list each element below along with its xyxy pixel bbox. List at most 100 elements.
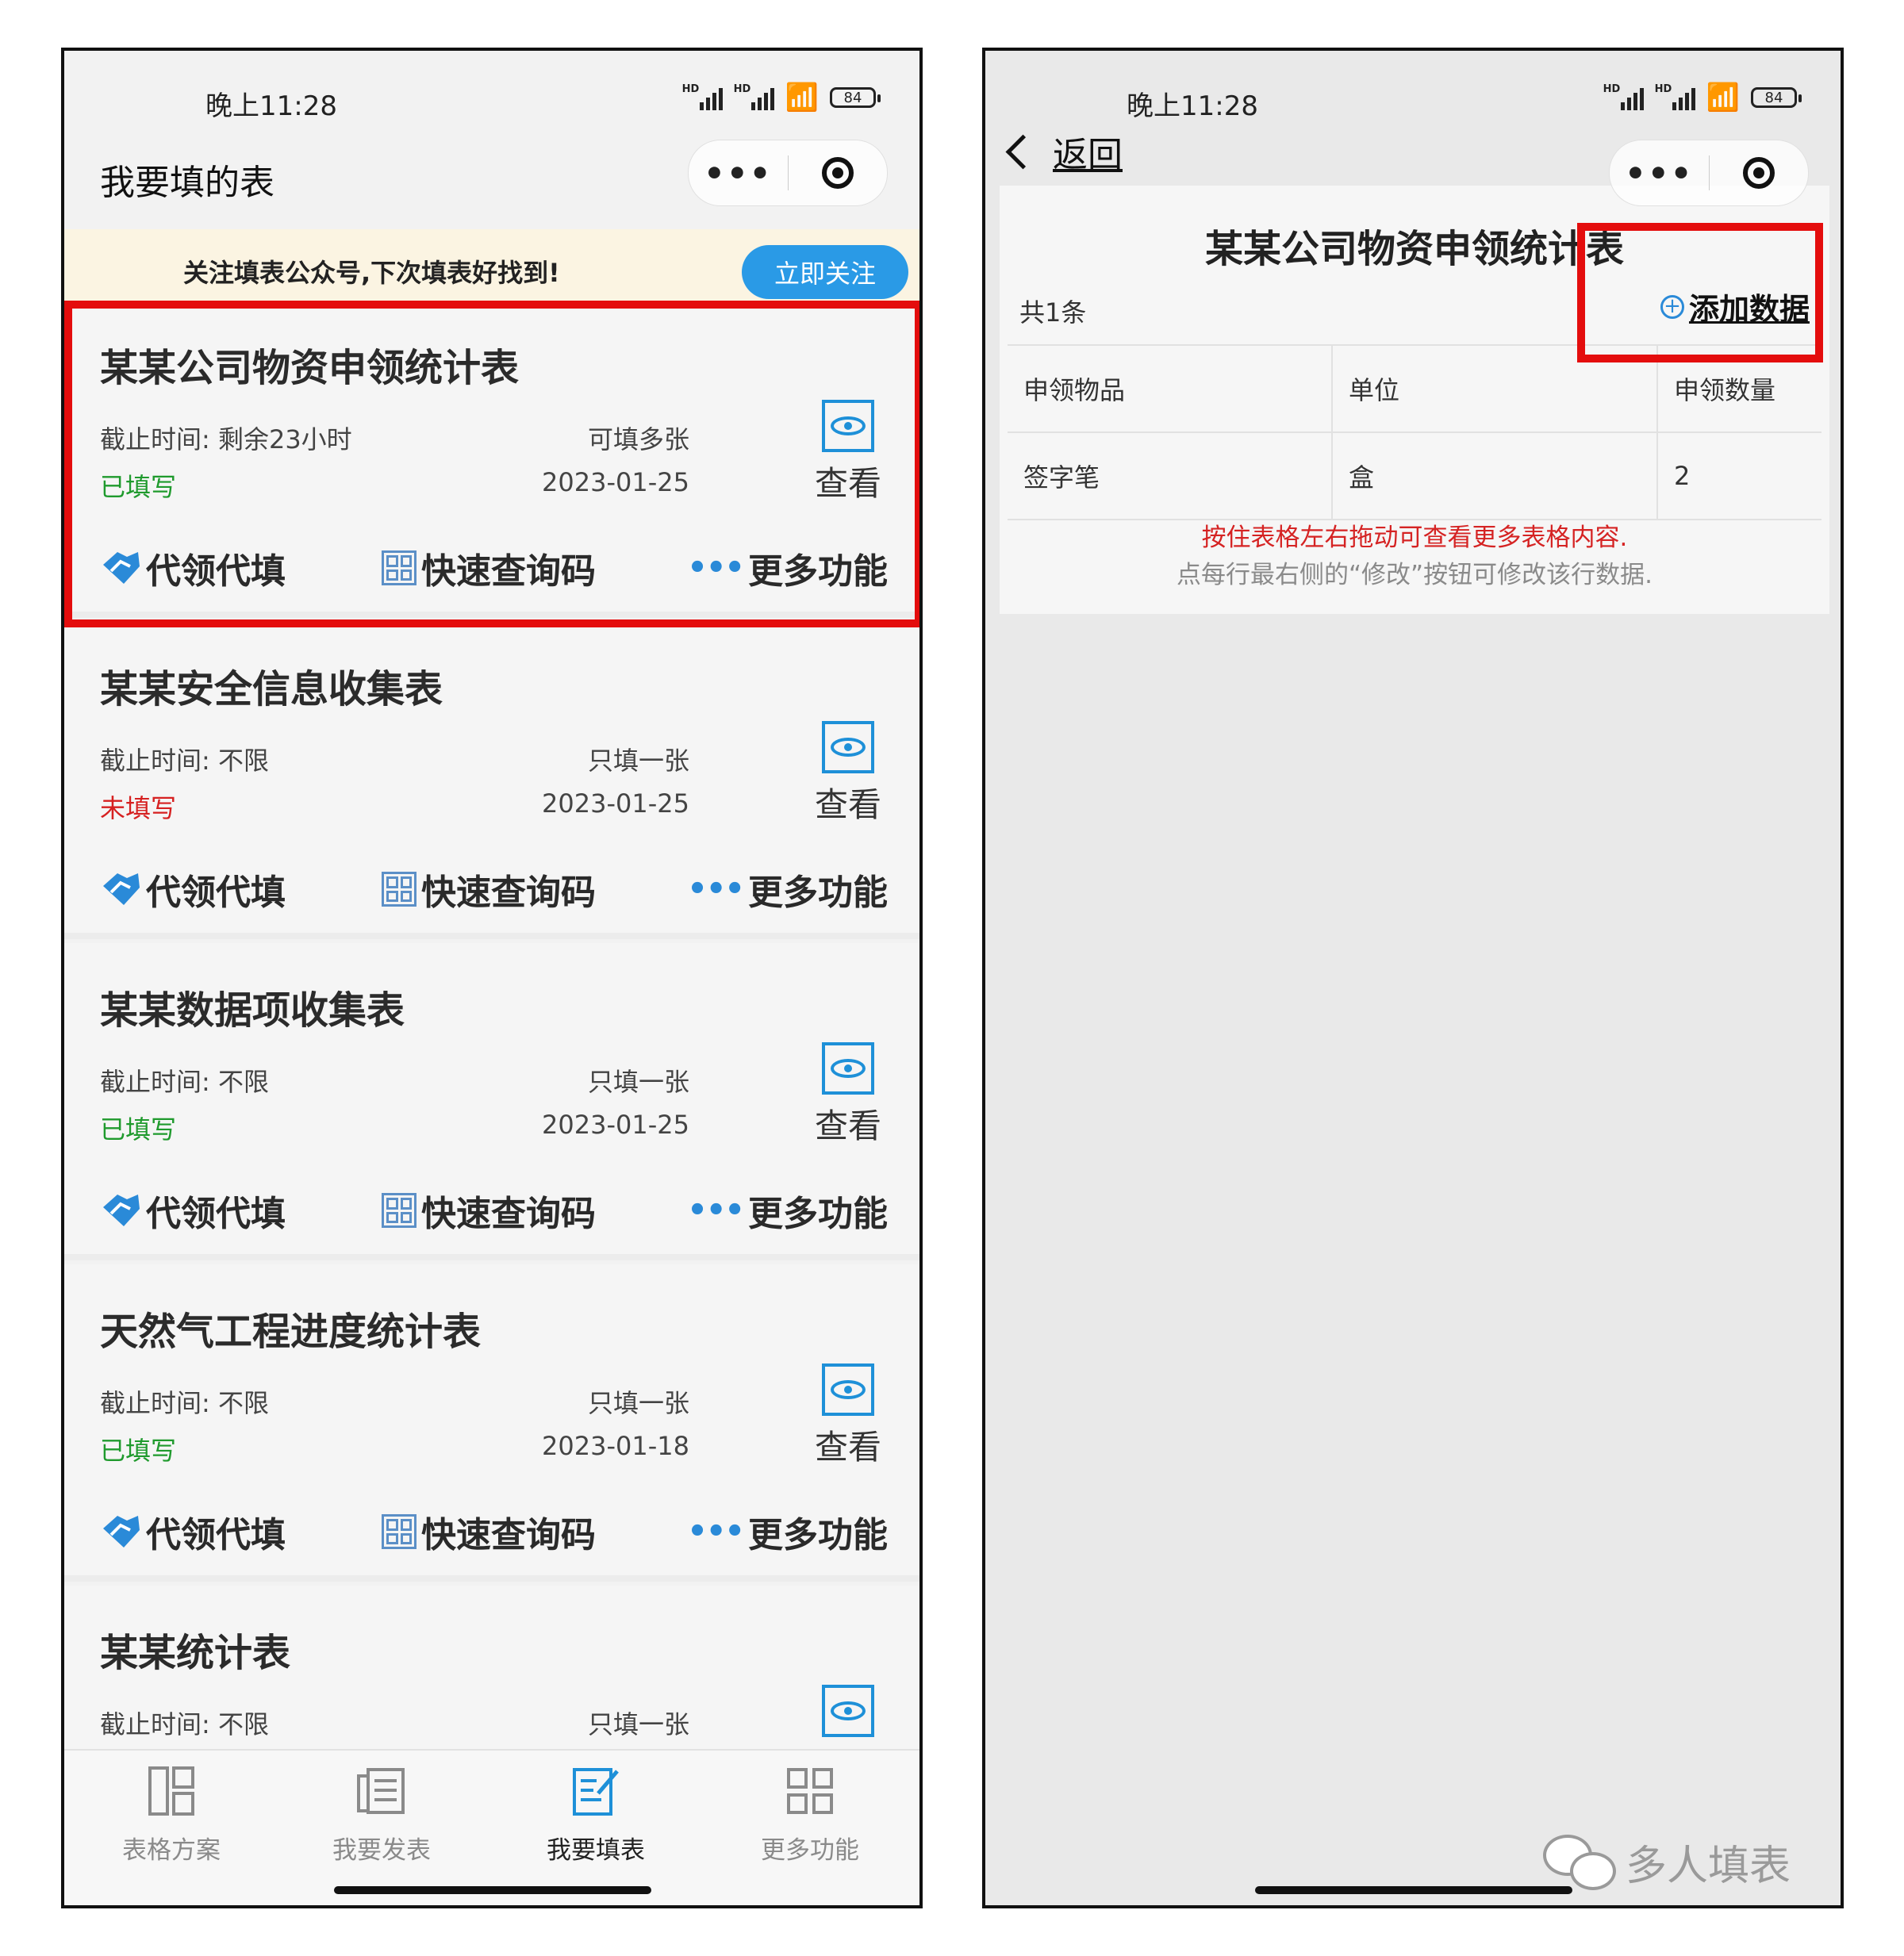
table-cell: 签字笔 bbox=[1008, 433, 1333, 519]
signal-icon: HD bbox=[682, 83, 723, 110]
fill-mode: 只填一张 bbox=[587, 1067, 689, 1097]
card-title: 某某安全信息收集表 bbox=[100, 667, 443, 711]
more-menu-icon[interactable]: ••• bbox=[689, 154, 788, 193]
card-title: 天然气工程进度统计表 bbox=[100, 1310, 482, 1354]
deadline-text: 截止时间: 剩余23小时 bbox=[100, 424, 352, 454]
tab-more[interactable]: 更多功能 bbox=[723, 1765, 897, 1866]
deadline-text: 截止时间: 不限 bbox=[100, 1067, 269, 1097]
card-actions: 代领代填 快速查询码 ••• 更多功能 bbox=[100, 864, 888, 913]
more-dots-icon: ••• bbox=[687, 1192, 745, 1229]
table-cell: 盒 bbox=[1333, 433, 1658, 519]
card-actions: 代领代填 快速查询码 ••• 更多功能 bbox=[100, 1185, 888, 1236]
signal-icon: HD bbox=[1603, 83, 1644, 110]
quick-query-code-button[interactable]: 快速查询码 bbox=[382, 864, 596, 915]
eye-icon bbox=[822, 1042, 874, 1095]
sheet-title: 某某公司物资申领统计表 bbox=[1204, 227, 1624, 271]
more-functions-button[interactable]: ••• 更多功能 bbox=[687, 1506, 888, 1557]
fill-mode: 只填一张 bbox=[587, 1709, 689, 1739]
fill-mode: 只填一张 bbox=[587, 1388, 689, 1418]
more-menu-icon[interactable]: ••• bbox=[1610, 154, 1709, 193]
mini-program-capsule: ••• bbox=[1609, 140, 1809, 206]
card-title: 某某数据项收集表 bbox=[100, 988, 405, 1033]
table-row[interactable]: 签字笔 盒 2 bbox=[1008, 433, 1821, 520]
card-actions: 代领代填 快速查询码 ••• 更多功能 bbox=[100, 543, 888, 593]
wifi-icon: 📶 bbox=[785, 82, 819, 113]
status-badge: 已填写 bbox=[100, 472, 177, 502]
home-indicator bbox=[334, 1886, 651, 1894]
view-button[interactable] bbox=[812, 1685, 884, 1737]
view-button[interactable]: 查看 bbox=[812, 721, 884, 827]
proxy-fill-button[interactable]: 代领代填 bbox=[100, 864, 286, 915]
proxy-fill-button[interactable]: 代领代填 bbox=[100, 1506, 286, 1557]
more-functions-button[interactable]: ••• 更多功能 bbox=[687, 543, 888, 593]
wifi-icon: 📶 bbox=[1706, 82, 1740, 113]
close-mini-program-button[interactable] bbox=[1710, 157, 1809, 189]
eye-icon bbox=[822, 1685, 874, 1737]
deadline-text: 截止时间: 不限 bbox=[100, 746, 269, 776]
tab-bar: 表格方案 我要发表 我要填表 更多功能 bbox=[64, 1749, 919, 1905]
card-date: 2023-01-25 bbox=[542, 1110, 689, 1140]
card-date: 2023-01-18 bbox=[542, 1431, 689, 1461]
eye-icon bbox=[822, 1363, 874, 1416]
form-card[interactable]: 天然气工程进度统计表截止时间: 不限 只填一张已填写 2023-01-18 查看代领代… bbox=[64, 1264, 919, 1582]
data-table[interactable]: 申领物品 单位 申领数量 签字笔 盒 2 bbox=[1008, 344, 1821, 520]
table-cell: 2 bbox=[1674, 461, 1691, 491]
quick-query-code-button[interactable]: 快速查询码 bbox=[382, 1506, 596, 1557]
add-data-button[interactable]: + 添加数据 bbox=[1660, 285, 1810, 328]
qr-code-icon bbox=[382, 1193, 416, 1228]
card-title: 某某统计表 bbox=[100, 1631, 291, 1675]
qr-code-icon bbox=[382, 550, 416, 585]
handshake-icon bbox=[103, 1195, 140, 1226]
tab-publish[interactable]: 我要发表 bbox=[294, 1765, 469, 1866]
card-date: 2023-01-25 bbox=[542, 467, 689, 497]
card-title: 某某公司物资申领统计表 bbox=[100, 346, 520, 390]
home-indicator bbox=[1255, 1886, 1572, 1894]
form-card[interactable]: 某某公司物资申领统计表截止时间: 剩余23小时 可填多张已填写 2023-01-25… bbox=[64, 301, 919, 618]
handshake-icon bbox=[103, 552, 140, 584]
edit-form-icon bbox=[573, 1768, 619, 1816]
qr-code-icon bbox=[382, 872, 416, 907]
battery-icon: 84 bbox=[830, 87, 881, 108]
table-header: 申领物品 单位 申领数量 bbox=[1008, 346, 1821, 433]
close-mini-program-button[interactable] bbox=[789, 157, 888, 189]
tab-fill[interactable]: 我要填表 bbox=[509, 1765, 683, 1866]
quick-query-code-button[interactable]: 快速查询码 bbox=[382, 543, 596, 593]
status-time: 晚上11:28 bbox=[1127, 90, 1258, 122]
status-time: 晚上11:28 bbox=[205, 90, 337, 122]
status-badge: 未填写 bbox=[100, 793, 177, 823]
view-button[interactable]: 查看 bbox=[812, 1363, 884, 1469]
follow-button[interactable]: 立即关注 bbox=[742, 245, 908, 299]
fill-mode: 可填多张 bbox=[587, 424, 689, 454]
phone-right: 晚上11:28 HD HD 📶 84 返回 某某公司物资申领统计表 共1条 + … bbox=[982, 48, 1844, 1908]
status-icons: HD HD 📶 84 bbox=[682, 82, 881, 113]
more-functions-button[interactable]: ••• 更多功能 bbox=[687, 864, 888, 915]
battery-icon: 84 bbox=[1751, 87, 1802, 108]
handshake-icon bbox=[103, 1516, 140, 1548]
deadline-text: 截止时间: 不限 bbox=[100, 1709, 269, 1739]
tab-table-plans[interactable]: 表格方案 bbox=[84, 1765, 259, 1866]
more-dots-icon: ••• bbox=[687, 550, 745, 586]
drag-tip: 按住表格左右拖动可查看更多表格内容. bbox=[1201, 524, 1628, 552]
proxy-fill-button[interactable]: 代领代填 bbox=[100, 1185, 286, 1236]
deadline-text: 截止时间: 不限 bbox=[100, 1388, 269, 1418]
watermark: 多人填表 bbox=[1543, 1832, 1791, 1892]
target-icon bbox=[1742, 157, 1775, 189]
proxy-fill-button[interactable]: 代领代填 bbox=[100, 543, 286, 593]
back-button[interactable]: 返回 bbox=[1005, 126, 1123, 177]
plus-circle-icon: + bbox=[1660, 294, 1684, 319]
phone-left: 晚上11:28 HD HD 📶 84 我要填的表 ••• 关注填表公众号,下次填… bbox=[61, 48, 923, 1908]
form-card[interactable]: 某某安全信息收集表 截止时间: 不限 只填一张 未填写 2023-01-25 查看 代领代填… bbox=[64, 622, 919, 939]
more-dots-icon: ••• bbox=[687, 871, 745, 907]
view-button[interactable]: 查看 bbox=[812, 400, 884, 505]
status-badge: 已填写 bbox=[100, 1436, 177, 1466]
fill-mode: 只填一张 bbox=[587, 746, 689, 776]
more-functions-button[interactable]: ••• 更多功能 bbox=[687, 1185, 888, 1236]
column-header: 申领数量 bbox=[1674, 375, 1776, 405]
view-button[interactable]: 查看 bbox=[812, 1042, 884, 1148]
signal-icon: HD bbox=[1655, 83, 1695, 110]
eye-icon bbox=[822, 400, 874, 452]
handshake-icon bbox=[103, 873, 140, 905]
sheet-panel: 某某公司物资申领统计表 共1条 + 添加数据 申领物品 单位 申领数量 签字笔 … bbox=[1000, 186, 1829, 614]
form-card[interactable]: 某某数据项收集表 截止时间: 不限 只填一张 已填写 2023-01-25 查看 代领代填 快… bbox=[64, 943, 919, 1260]
quick-query-code-button[interactable]: 快速查询码 bbox=[382, 1185, 596, 1236]
